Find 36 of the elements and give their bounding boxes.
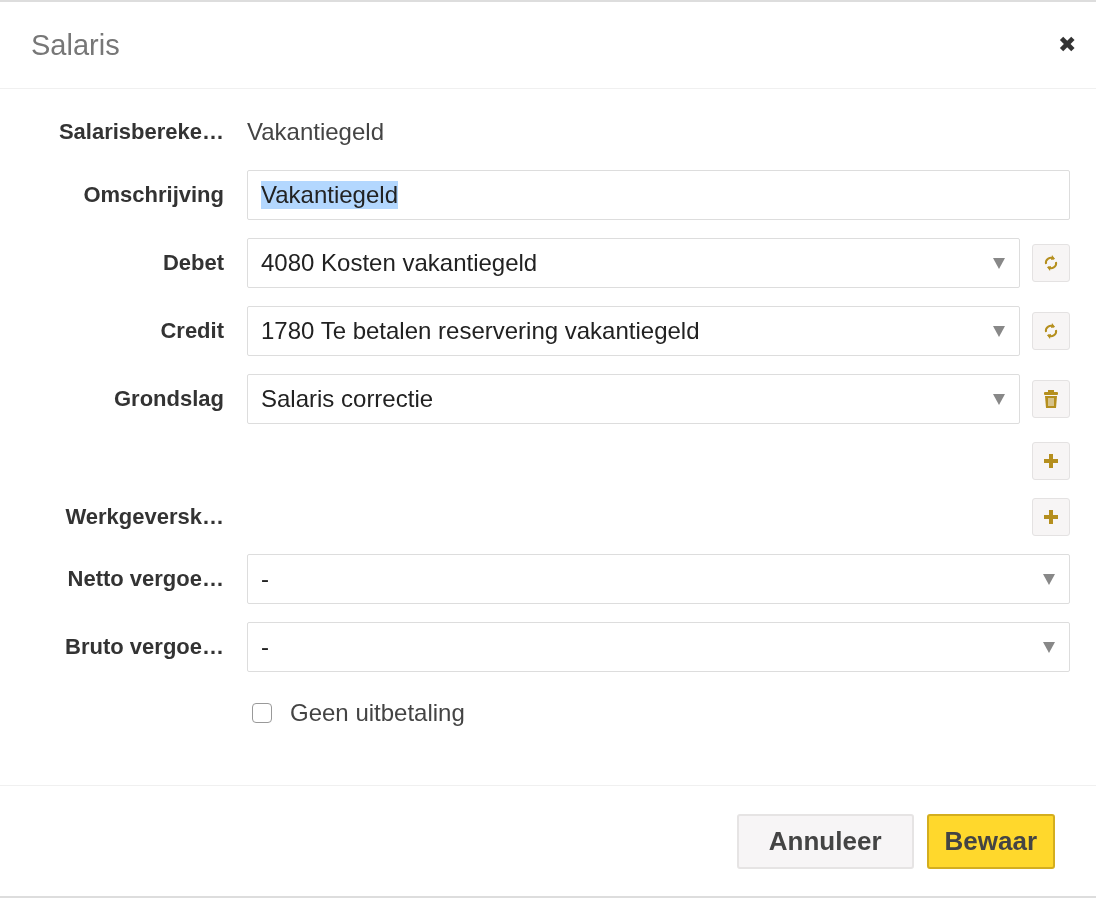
field-label: Salarisbereke… xyxy=(57,119,224,145)
swap-button[interactable] xyxy=(1032,312,1070,350)
field-label: Omschrijving xyxy=(82,182,224,208)
dropdown[interactable]: Salaris correctie xyxy=(247,374,1020,424)
field-label: Credit xyxy=(159,318,224,344)
field-label: Bruto vergoe… xyxy=(64,634,224,660)
checkbox-label[interactable]: Geen uitbetaling xyxy=(290,699,465,727)
cancel-button[interactable]: Annuleer xyxy=(736,813,914,869)
swap-icon xyxy=(1042,254,1060,272)
plus-icon xyxy=(1043,453,1059,469)
dropdown[interactable]: 4080 Kosten vakantiegeld xyxy=(247,238,1020,288)
dropdown[interactable]: - xyxy=(247,554,1070,604)
caret-icon xyxy=(993,393,1005,405)
caret-icon xyxy=(993,325,1005,337)
field-label: Werkgeversk… xyxy=(64,504,224,530)
dropdown[interactable]: 1780 Te betalen reservering vakantiegeld xyxy=(247,306,1020,356)
swap-button[interactable] xyxy=(1032,244,1070,282)
field-label: Netto vergoe… xyxy=(66,566,224,592)
dropdown[interactable]: - xyxy=(247,622,1070,672)
caret-icon xyxy=(993,257,1005,269)
dialog-title: Salaris xyxy=(31,28,120,62)
trash-button[interactable] xyxy=(1032,380,1070,418)
caret-icon xyxy=(1043,573,1055,585)
plus-icon xyxy=(1043,509,1059,525)
close-button[interactable]: ✖ xyxy=(1058,32,1076,58)
input-field[interactable]: Vakantiegeld xyxy=(247,170,1070,220)
swap-icon xyxy=(1042,322,1060,340)
plus-button[interactable] xyxy=(1032,442,1070,480)
field-value: Vakantiegeld xyxy=(246,117,385,147)
checkbox[interactable] xyxy=(252,703,272,723)
field-label: Debet xyxy=(161,250,224,276)
field-label: Grondslag xyxy=(113,386,224,412)
caret-icon xyxy=(1043,641,1055,653)
plus-button[interactable] xyxy=(1032,498,1070,536)
save-button[interactable]: Bewaar xyxy=(926,813,1055,869)
trash-icon xyxy=(1043,390,1059,408)
